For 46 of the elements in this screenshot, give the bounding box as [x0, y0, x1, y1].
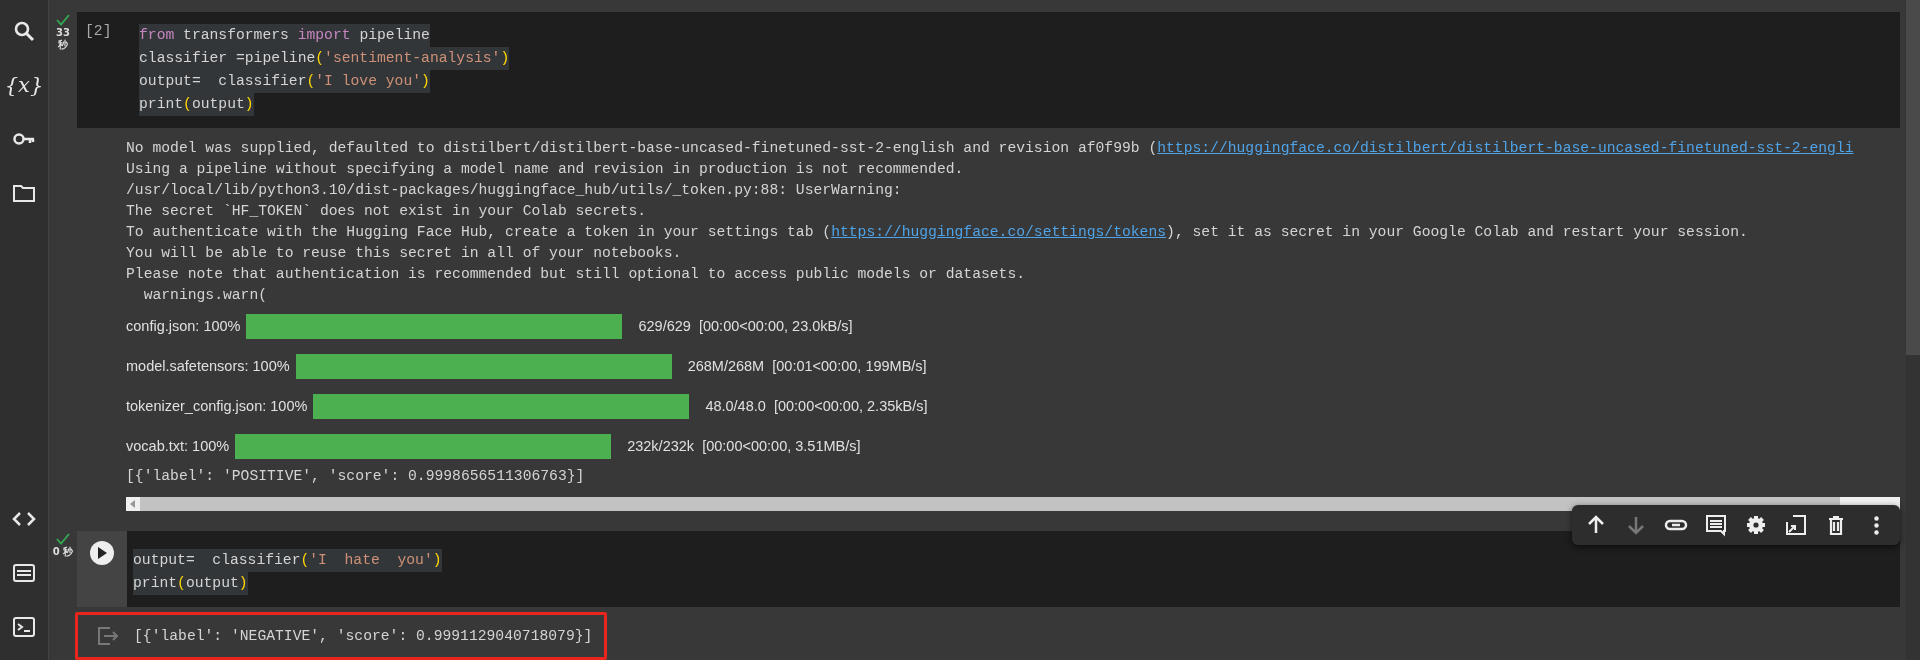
comment-button[interactable] — [1704, 513, 1728, 537]
mirror-icon — [1784, 513, 1808, 537]
progress-rate: [00:00<00:00, 23.0kB/s] — [698, 316, 853, 336]
more-icon — [1873, 515, 1879, 535]
progress-rate: [00:00<00:00, 3.51MB/s] — [702, 436, 861, 456]
output-line: No model was supplied, defaulted to distilbert/distilbert-base-uncased-finetuned-sst-2-english and revision af0f99b (https://huggingface.co/distilbert/distilbert-base-uncased-finetuned-sst-2-engli — [126, 139, 1855, 158]
variables-icon[interactable]: {x} — [4, 72, 44, 98]
vertical-scrollbar[interactable] — [1906, 0, 1920, 660]
output-line: The secret `HF_TOKEN` does not exist in your Colab secrets. — [126, 202, 648, 221]
progress-rate: [00:01<00:00, 199MB/s] — [772, 356, 927, 376]
output-line: /usr/local/lib/python3.10/dist-packages/huggingface_hub/utils/_token.py:88: UserWarning: — [126, 181, 903, 200]
play-icon — [97, 547, 107, 559]
execution-count: [2] — [85, 23, 112, 39]
output-line: warnings.warn( — [142, 286, 269, 305]
progress-count: 629/629 — [638, 316, 692, 336]
output-link[interactable]: https://huggingface.co/distilbert/distilbert-base-uncased-finetuned-sst-2-engli — [1157, 140, 1854, 156]
code-cell[interactable]: output= classifier('I hate you') print(output) — [77, 531, 1900, 607]
progress-count: 48.0/48.0 — [705, 396, 767, 416]
settings-icon — [1744, 513, 1768, 537]
progress-label: model.safetensors: 100% — [126, 356, 290, 376]
output-icon[interactable] — [96, 625, 120, 647]
progress-label: config.json: 100% — [126, 316, 241, 336]
output-line: Please note that authentication is recommended but still optional to access public models or datasets. — [126, 265, 1027, 284]
output-line: [{'label': 'NEGATIVE', 'score': 0.9991129040718079}] — [134, 628, 593, 644]
code-cell[interactable]: [2] from transformers import pipeline classifier =pipeline('sentiment-analysis') output= classifier('I love you') print(output) — [77, 12, 1900, 128]
search-icon[interactable] — [12, 19, 36, 43]
horizontal-scrollbar[interactable] — [126, 497, 1900, 511]
settings-button[interactable] — [1744, 513, 1768, 537]
progress-count: 232k/232k — [627, 436, 696, 456]
terminal-icon[interactable] — [12, 615, 36, 639]
output-line: [{'label': 'POSITIVE', 'score': 0.9998656511306763}] — [126, 467, 586, 486]
run-button[interactable] — [90, 541, 114, 565]
progress-label: vocab.txt: 100% — [126, 436, 230, 456]
progress-count: 268M/268M — [687, 356, 766, 376]
execution-time-unit: 秒 — [58, 39, 68, 51]
output-line: You will be able to reuse this secret in all of your notebooks. — [126, 244, 683, 263]
progress-label: tokenizer_config.json: 100% — [126, 396, 308, 416]
output-link[interactable]: https://huggingface.co/settings/tokens — [831, 224, 1167, 240]
list-icon[interactable] — [12, 561, 36, 585]
comment-icon — [1704, 513, 1728, 537]
output-line: Using a pipeline without specifying a model name and revision in production is not recommended. — [126, 160, 965, 179]
progress-rate: [00:00<00:00, 2.35kB/s] — [773, 396, 928, 416]
execution-time: 0 秒 — [52, 546, 74, 558]
output-line: To authenticate with the Hugging Face Hub, create a token in your settings tab (https://huggingface.co/settings/tokens), set it as secret in your Google Colab and restart your session. — [126, 223, 1749, 242]
execution-time: 33 — [56, 27, 70, 39]
mirror-button[interactable] — [1784, 513, 1808, 537]
